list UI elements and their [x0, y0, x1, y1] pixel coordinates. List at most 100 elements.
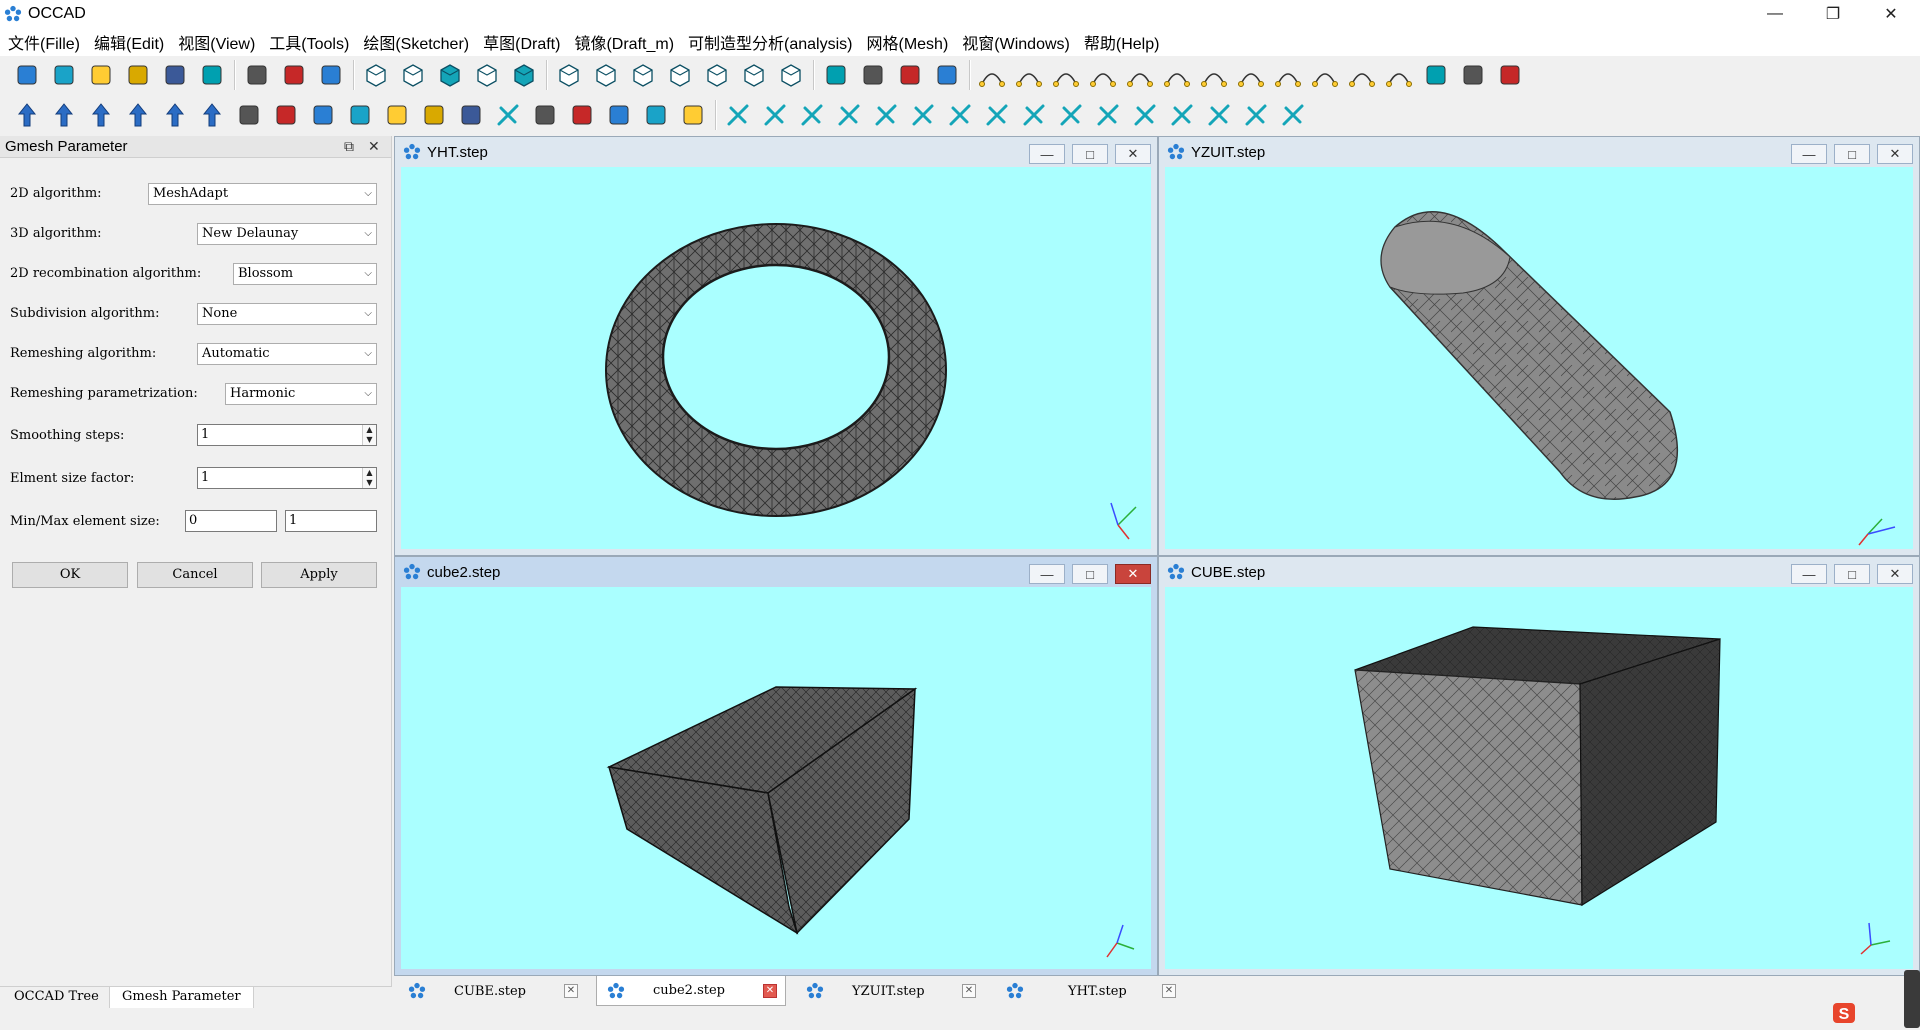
minimize-button[interactable]: —	[1791, 564, 1827, 584]
3d-viewport-cuboid[interactable]	[401, 587, 1151, 969]
cut-icon[interactable]	[123, 60, 153, 90]
symmetry-icon[interactable]	[641, 100, 671, 130]
polygon-icon[interactable]	[1162, 60, 1192, 90]
scroll-handle[interactable]	[1904, 970, 1920, 1028]
close-panel-icon[interactable]: ✕	[368, 138, 380, 155]
offset-icon[interactable]	[86, 100, 116, 130]
cancel-button[interactable]: Cancel	[137, 562, 253, 588]
snap-dimension-icon[interactable]	[1278, 100, 1308, 130]
element-size-factor-spinbox[interactable]: 1 ▲ ▼	[197, 467, 377, 489]
extrude-icon[interactable]	[1421, 60, 1451, 90]
spin-arrows-icon[interactable]: ▲ ▼	[362, 468, 376, 488]
copy-icon[interactable]	[160, 60, 190, 90]
palette-icon[interactable]	[895, 60, 925, 90]
smoothing-steps-spinbox[interactable]: 1 ▲ ▼	[197, 424, 377, 446]
hatch-icon[interactable]	[1458, 60, 1488, 90]
3d-viewport-cube[interactable]	[1165, 587, 1913, 969]
polyline-icon[interactable]	[1014, 60, 1044, 90]
ime-icon[interactable]: S	[1832, 1000, 1860, 1026]
snap-extension-icon[interactable]	[1204, 100, 1234, 130]
snap-perpendicular-icon[interactable]	[982, 100, 1012, 130]
points-view-icon[interactable]	[472, 60, 502, 90]
snap-grid2-icon[interactable]	[908, 100, 938, 130]
circle-icon[interactable]	[1051, 60, 1081, 90]
array-icon[interactable]	[456, 100, 486, 130]
menu-windows[interactable]: 视窗(Windows)	[956, 30, 1076, 54]
save-icon[interactable]	[86, 60, 116, 90]
snap-midpoint-icon[interactable]	[834, 100, 864, 130]
split-icon[interactable]	[345, 100, 375, 130]
close-button[interactable]: ✕	[1877, 144, 1913, 164]
menu-file[interactable]: 文件(Fille)	[2, 30, 86, 54]
snap-endpoint-icon[interactable]	[797, 100, 827, 130]
screenshot-icon[interactable]	[932, 60, 962, 90]
snap-working-plane-icon[interactable]	[1241, 100, 1271, 130]
snap-near-icon[interactable]	[945, 100, 975, 130]
subwindow-yht[interactable]: YHT.step — □ ✕	[394, 136, 1158, 556]
menu-draft[interactable]: 草图(Draft)	[477, 30, 566, 54]
tab-close-icon[interactable]: ✕	[564, 984, 578, 998]
menu-edit[interactable]: 编辑(Edit)	[88, 30, 170, 54]
s-curve-icon[interactable]	[1384, 60, 1414, 90]
trim-icon[interactable]	[308, 100, 338, 130]
snap-intersection-icon[interactable]	[1167, 100, 1197, 130]
ok-button[interactable]: OK	[12, 562, 128, 588]
menu-mesh[interactable]: 网格(Mesh)	[861, 30, 955, 54]
min-element-size-input[interactable]: 0	[185, 510, 277, 532]
grid-array-icon[interactable]	[493, 100, 523, 130]
lock-icon[interactable]	[760, 100, 790, 130]
dimension-icon[interactable]	[1273, 60, 1303, 90]
pointer-icon[interactable]	[858, 60, 888, 90]
visibility-icon[interactable]	[567, 100, 597, 130]
zoom-icon[interactable]	[279, 60, 309, 90]
arrow-down-icon[interactable]	[197, 100, 227, 130]
snap-parallel-icon[interactable]	[871, 100, 901, 130]
open-file-icon[interactable]	[49, 60, 79, 90]
maximize-button[interactable]: □	[1072, 144, 1108, 164]
rotate-icon[interactable]	[49, 100, 79, 130]
view-iso-icon[interactable]	[702, 60, 732, 90]
shaded-view-icon[interactable]	[361, 60, 391, 90]
tab-close-icon[interactable]: ✕	[1162, 984, 1176, 998]
view-left-icon[interactable]	[665, 60, 695, 90]
mirror-h-icon[interactable]	[123, 100, 153, 130]
menu-help[interactable]: 帮助(Help)	[1078, 30, 1166, 54]
spin-arrows-icon[interactable]: ▲ ▼	[362, 425, 376, 445]
view-back-icon[interactable]	[739, 60, 769, 90]
minimize-button[interactable]: —	[1746, 0, 1804, 28]
menu-tools[interactable]: 工具(Tools)	[263, 30, 355, 54]
bezier-icon[interactable]	[1310, 60, 1340, 90]
rectangle-icon[interactable]	[1199, 60, 1229, 90]
arc-icon[interactable]	[1088, 60, 1118, 90]
minimize-button[interactable]: —	[1029, 144, 1065, 164]
snap-special-icon[interactable]	[1056, 100, 1086, 130]
zoom-fit-icon[interactable]	[242, 60, 272, 90]
close-button[interactable]: ✕	[1862, 0, 1920, 28]
maximize-button[interactable]: □	[1834, 144, 1870, 164]
select-3d-algorithm[interactable]: New Delaunay ⌵	[197, 223, 377, 245]
restore-button[interactable]: ❐	[1804, 0, 1862, 28]
doc-tab-cube[interactable]: CUBE.step ✕	[398, 976, 588, 1006]
snap-ortho-icon[interactable]	[1130, 100, 1160, 130]
spline-icon[interactable]	[1125, 60, 1155, 90]
line-icon[interactable]	[977, 60, 1007, 90]
select-subdivision-algorithm[interactable]: None ⌵	[197, 303, 377, 325]
doc-tab-yht[interactable]: YHT.step ✕	[996, 976, 1186, 1006]
tab-occad-tree[interactable]: OCCAD Tree	[2, 987, 112, 1008]
new-file-icon[interactable]	[12, 60, 42, 90]
join-icon[interactable]	[382, 100, 412, 130]
subwindow-cube2[interactable]: cube2.step — □ ✕	[394, 556, 1158, 976]
3d-viewport-cylinder[interactable]	[1165, 167, 1913, 549]
doc-tab-cube2[interactable]: cube2.step ✕	[596, 976, 786, 1006]
arrow-up-icon[interactable]	[160, 100, 190, 130]
float-panel-icon[interactable]: ⧉	[344, 138, 354, 155]
shape-icon[interactable]	[678, 100, 708, 130]
scale-icon[interactable]	[234, 100, 264, 130]
view-right-icon[interactable]	[628, 60, 658, 90]
view-bottom-icon[interactable]	[776, 60, 806, 90]
select-remeshing-algorithm[interactable]: Automatic ⌵	[197, 343, 377, 365]
max-element-size-input[interactable]: 1	[285, 510, 377, 532]
close-button[interactable]: ✕	[1877, 564, 1913, 584]
ruler-icon[interactable]	[821, 60, 851, 90]
close-button[interactable]: ✕	[1115, 564, 1151, 584]
